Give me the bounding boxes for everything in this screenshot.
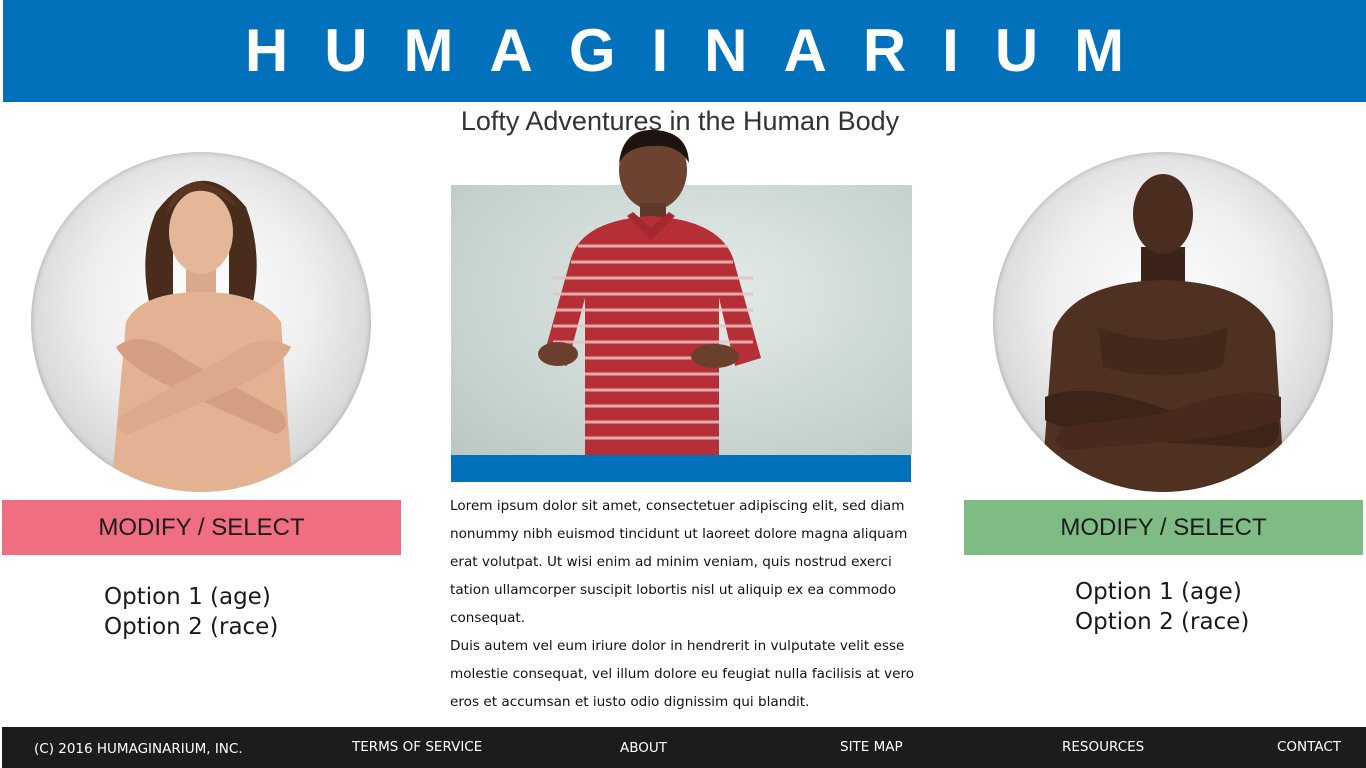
site-footer: (C) 2016 HUMAGINARIUM, INC. TERMS OF SER…	[2, 727, 1366, 768]
site-header: HUMAGINARIUM	[3, 0, 1366, 102]
left-modify-select-button[interactable]: MODIFY / SELECT	[2, 500, 401, 555]
description-paragraph-1: Lorem ipsum dolor sit amet, consectetuer…	[450, 498, 908, 626]
male-portrait-image[interactable]	[993, 152, 1333, 492]
male-figure-illustration	[1041, 174, 1285, 492]
footer-copyright: (C) 2016 HUMAGINARIUM, INC.	[34, 741, 243, 757]
right-modify-select-button[interactable]: MODIFY / SELECT	[964, 500, 1363, 555]
right-option-race[interactable]: Option 2 (race)	[1075, 607, 1249, 637]
description-text: Lorem ipsum dolor sit amet, consectetuer…	[450, 492, 920, 716]
video-control-bar[interactable]	[451, 455, 911, 482]
right-option-age[interactable]: Option 1 (age)	[1075, 577, 1249, 607]
footer-link-contact[interactable]: CONTACT	[1277, 739, 1341, 755]
left-options-list: Option 1 (age) Option 2 (race)	[104, 582, 278, 642]
description-paragraph-2: Duis autem vel eum iriure dolor in hendr…	[450, 638, 915, 710]
female-figure-illustration	[111, 180, 293, 492]
left-option-race[interactable]: Option 2 (race)	[104, 612, 278, 642]
female-portrait-image[interactable]	[31, 152, 371, 492]
presenter-figure-illustration	[538, 129, 761, 455]
left-option-age[interactable]: Option 1 (age)	[104, 582, 278, 612]
footer-link-about[interactable]: ABOUT	[620, 740, 667, 756]
footer-link-site-map[interactable]: SITE MAP	[840, 739, 903, 755]
site-logo[interactable]: HUMAGINARIUM	[245, 21, 1160, 81]
right-options-list: Option 1 (age) Option 2 (race)	[1075, 577, 1249, 637]
footer-link-terms[interactable]: TERMS OF SERVICE	[352, 739, 482, 755]
footer-link-resources[interactable]: RESOURCES	[1062, 739, 1144, 755]
